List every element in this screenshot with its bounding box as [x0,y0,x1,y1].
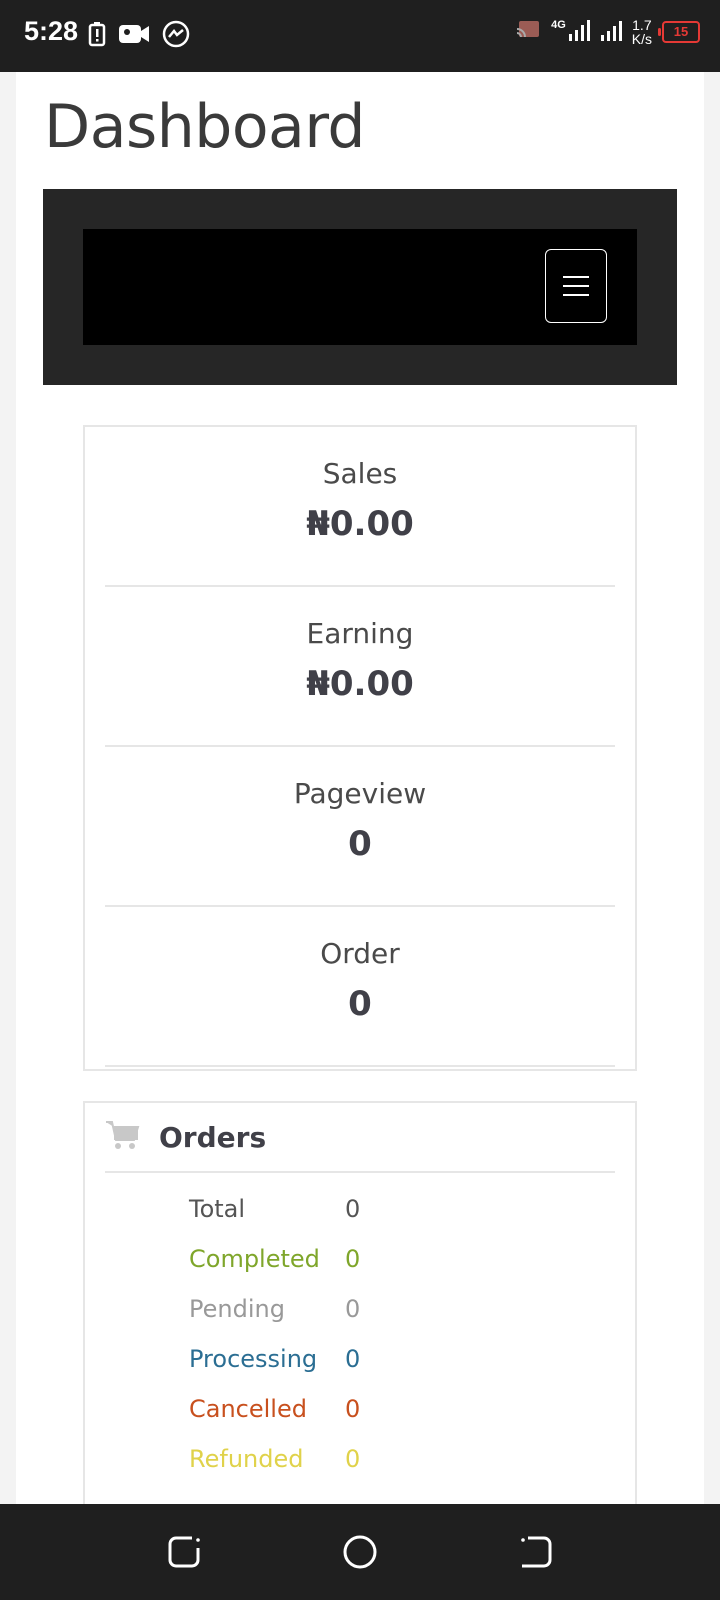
cart-icon [105,1119,141,1155]
stat-value: ₦0.00 [306,504,414,544]
hamburger-menu-icon [563,276,589,278]
stat-value: ₦0.00 [306,664,414,704]
status-bar: 5:28 4G 1.7 K/s 15 [0,0,720,72]
order-row-total: Total 0 [189,1195,360,1223]
orders-header: Orders [105,1103,615,1173]
battery-alert-icon [88,21,106,51]
signal-icon-2 [600,18,622,46]
back-button[interactable] [514,1530,558,1574]
hamburger-menu-icon-bar [563,294,589,296]
order-value: 0 [345,1345,361,1373]
recent-apps-button[interactable] [162,1530,206,1574]
cast-icon [515,19,541,45]
home-icon [343,1535,377,1569]
network-speed-unit: K/s [631,31,652,47]
battery-indicator: 15 [658,21,700,43]
order-label: Completed [189,1245,320,1273]
stat-value: 0 [348,824,372,864]
status-time: 5:28 [24,16,79,46]
hamburger-menu-button[interactable] [545,249,607,323]
status-left-icons [88,20,190,52]
order-value: 0 [345,1245,361,1273]
stat-label: Earning [306,617,414,650]
network-speed: 1.7 K/s [632,18,652,46]
status-right-icons: 4G 1.7 K/s 15 [515,18,700,46]
hamburger-menu-icon-bar [563,285,589,287]
stat-label: Pageview [293,777,427,810]
stat-earning: Earning ₦0.00 [105,587,615,747]
order-row-cancelled: Cancelled 0 [189,1395,360,1423]
header-nav-wrapper [43,189,677,385]
home-button[interactable] [338,1530,382,1574]
order-label: Cancelled [189,1395,307,1423]
orders-title: Orders [159,1120,267,1154]
order-label: Pending [189,1295,285,1323]
signal-icon-1 [568,18,590,46]
order-row-refunded: Refunded 0 [189,1445,360,1473]
stat-sales: Sales ₦0.00 [105,427,615,587]
back-icon [521,1536,552,1568]
stats-card: Sales ₦0.00 Earning ₦0.00 Pageview 0 Ord… [83,425,637,1071]
order-row-processing: Processing 0 [189,1345,360,1373]
order-value: 0 [345,1195,361,1223]
order-label: Refunded [189,1445,304,1473]
network-speed-value: 1.7 [632,17,652,33]
stat-pageview: Pageview 0 [105,747,615,907]
order-label: Total [189,1195,246,1223]
system-nav-bar [0,1504,720,1600]
order-row-completed: Completed 0 [189,1245,360,1273]
order-label: Processing [189,1345,318,1373]
stat-value: 0 [348,984,372,1024]
stat-order: Order 0 [105,907,615,1067]
navbar [83,229,637,345]
messenger-icon [162,20,190,52]
page-container: Dashboard Sales ₦0.00 Earning ₦0.00 Page… [16,72,704,1511]
stat-label: Order [320,937,400,970]
video-icon [118,23,150,49]
orders-card: Orders Total 0 Completed 0 Pending 0 Pro… [83,1101,637,1511]
order-value: 0 [345,1395,361,1423]
order-value: 0 [345,1295,361,1323]
order-row-pending: Pending 0 [189,1295,360,1323]
page-title: Dashboard [44,92,366,162]
recent-apps-icon [168,1536,200,1568]
order-value: 0 [345,1445,361,1473]
stat-label: Sales [322,457,398,490]
network-type-label: 4G [551,19,566,31]
